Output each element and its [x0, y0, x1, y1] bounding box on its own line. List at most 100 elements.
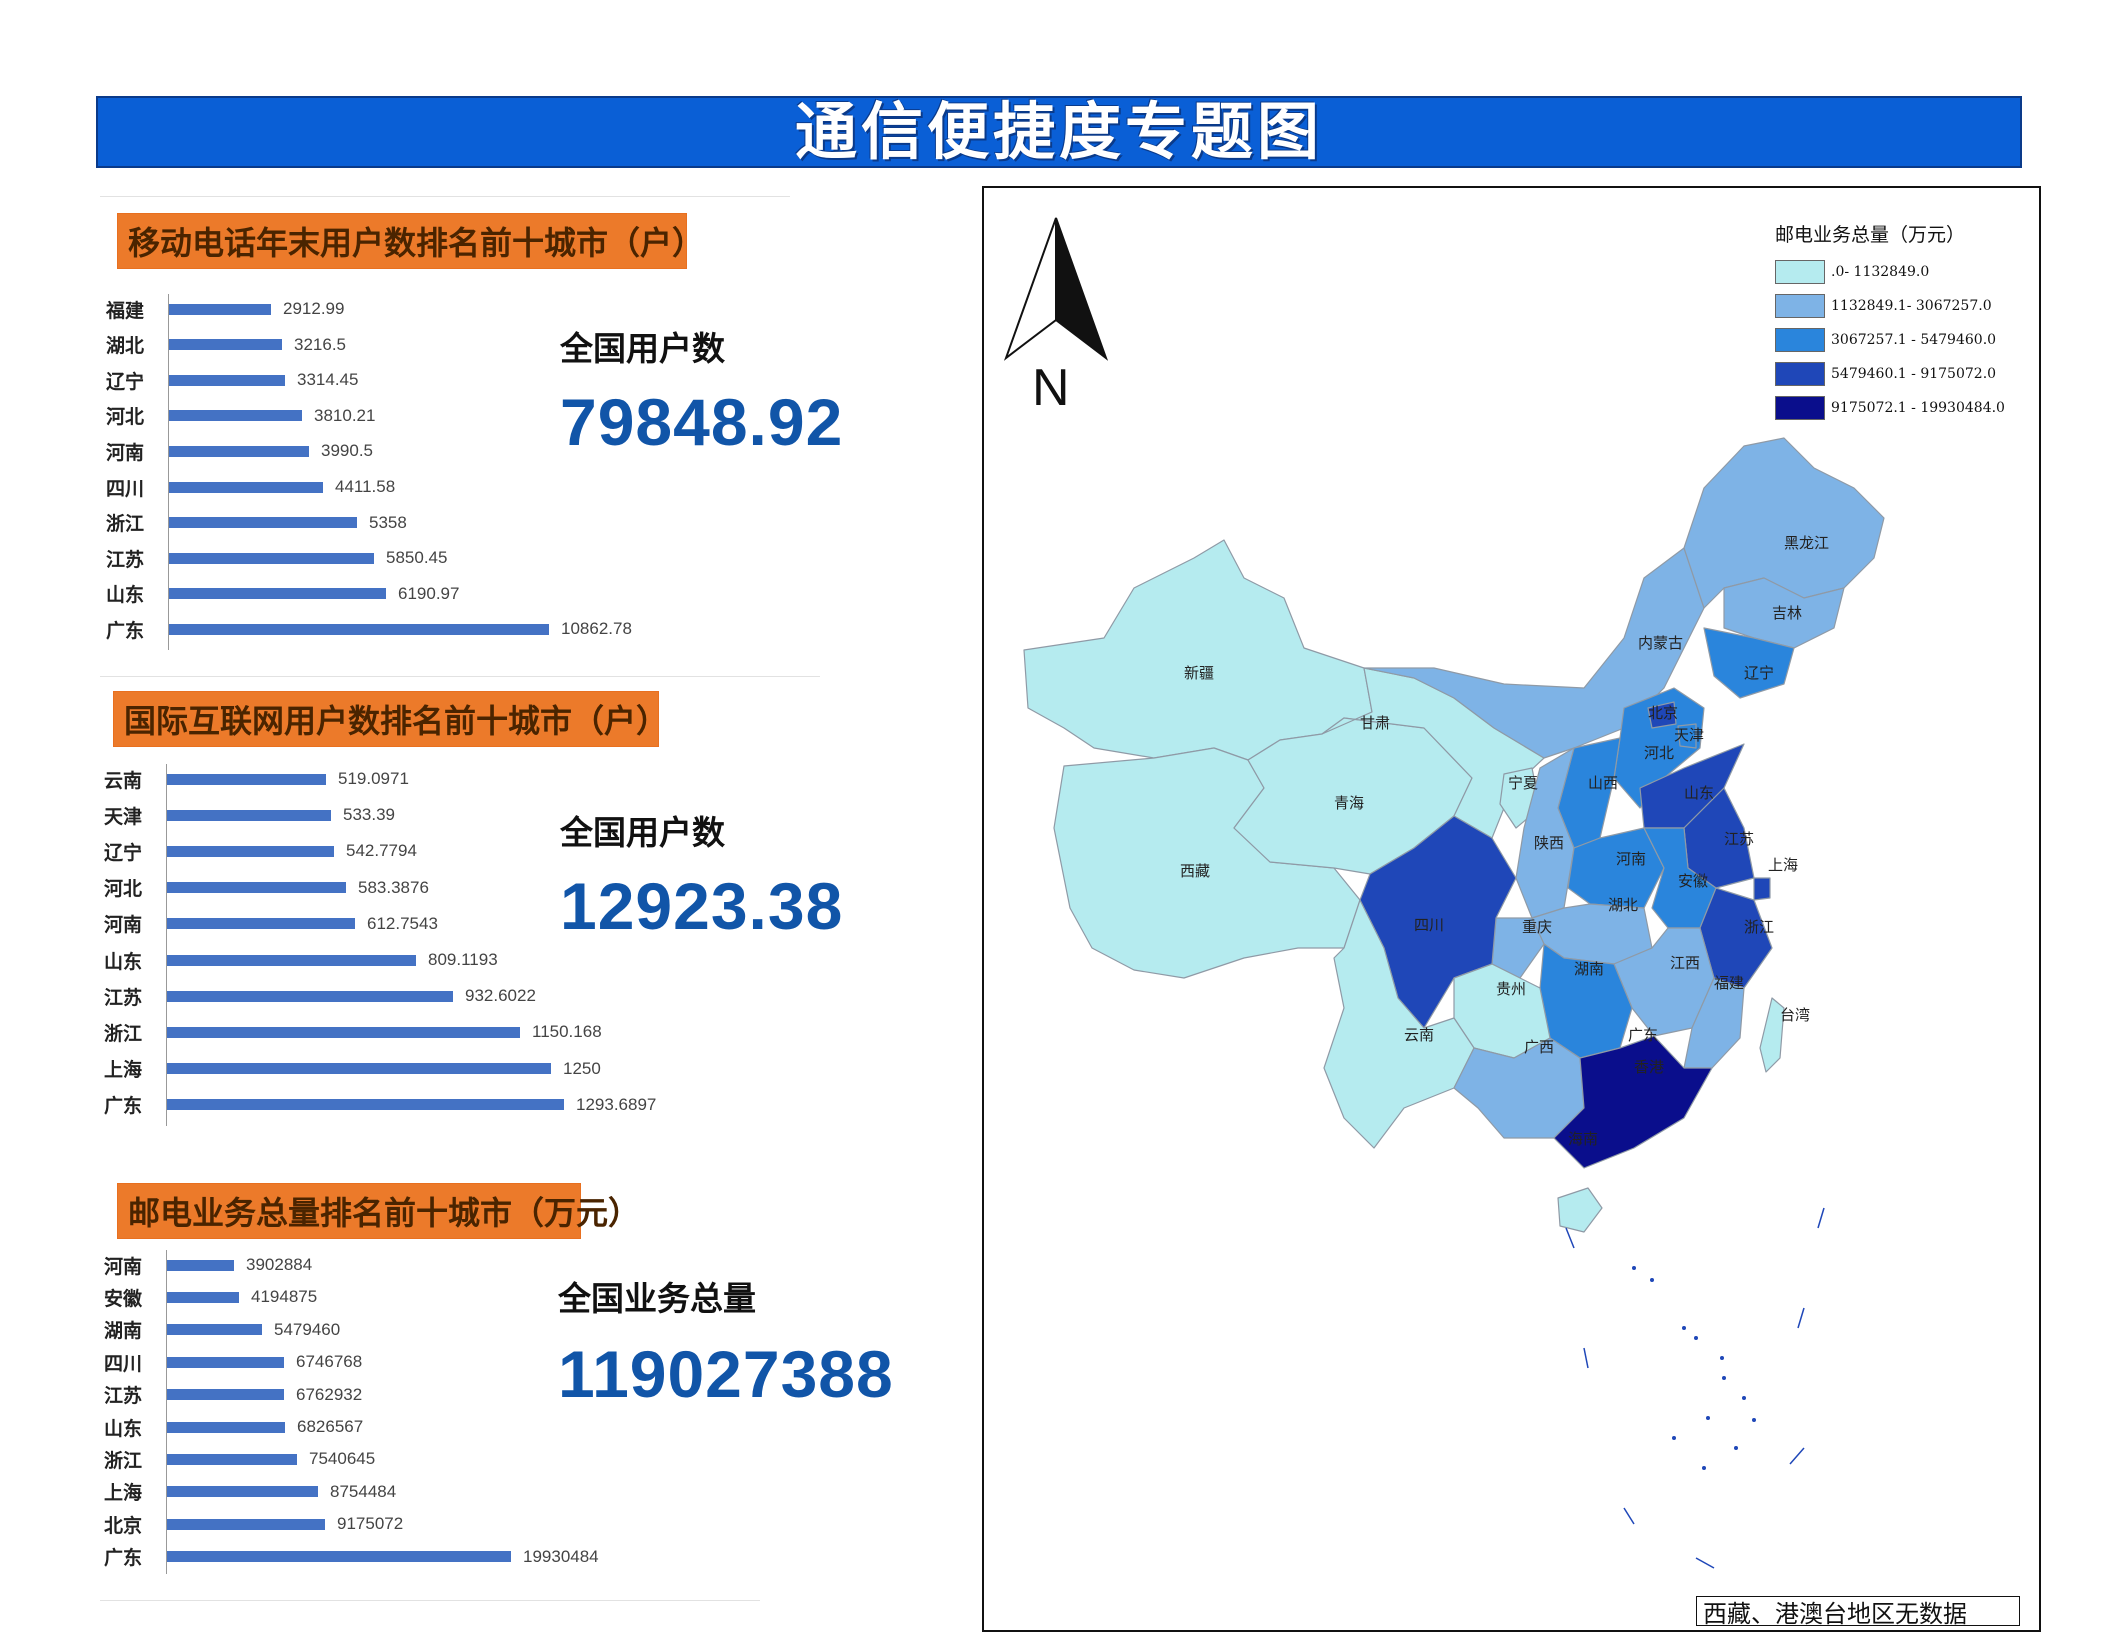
- bar-value-label: 10862.78: [561, 619, 632, 639]
- bar-category-label: 浙江: [104, 1449, 143, 1472]
- bar-row: 云南 519.0971: [104, 764, 784, 794]
- legend-item: 3067257.1 - 5479460.0: [1775, 323, 2035, 357]
- bar-value-label: 6746768: [296, 1352, 363, 1372]
- bar-row: 江苏 932.6022: [104, 981, 784, 1011]
- total-value: 12923.38: [560, 869, 844, 943]
- total-value: 119027388: [558, 1337, 894, 1411]
- panel-title: 邮电业务总量排名前十城市（万元）: [118, 1184, 640, 1238]
- bar-value-label: 2912.99: [283, 299, 345, 318]
- bar-category-label: 上海: [104, 1059, 143, 1082]
- bar-row: 山东 6826567: [104, 1412, 664, 1442]
- bar-value-label: 612.7543: [367, 913, 438, 933]
- panel-bottom-rule: [100, 1600, 760, 1601]
- province-label: 台湾: [1780, 1006, 1810, 1024]
- bar-row: 广东 19930484: [104, 1542, 664, 1572]
- bar: [167, 1453, 297, 1465]
- bar-value-label: 3314.45: [297, 370, 359, 390]
- bar-row: 上海 1250: [104, 1054, 784, 1084]
- bar-value-label: 3902884: [246, 1255, 313, 1274]
- bar-row: 浙江 5358: [106, 508, 746, 538]
- bar-value-label: 3990.5: [321, 441, 373, 461]
- bar-category-label: 广东: [106, 619, 145, 642]
- internet-users-panel: 国际互联网用户数排名前十城市（户） 云南 519.0971 天津 533.39 辽宁 54…: [100, 676, 842, 1166]
- bar-row: 北京 9175072: [104, 1509, 664, 1539]
- bar-row: 山东 809.1193: [104, 945, 784, 975]
- province-label: 山西: [1588, 774, 1618, 792]
- bar: [167, 954, 416, 966]
- legend-swatch: [1775, 396, 1825, 420]
- province-label: 河南: [1616, 850, 1646, 868]
- bar-value-label: 4194875: [251, 1287, 318, 1307]
- bar: [167, 1324, 262, 1336]
- bar-value-label: 7540645: [309, 1449, 376, 1469]
- bar-value-label: 3216.5: [294, 334, 346, 354]
- panel-top-rule: [100, 676, 820, 677]
- bar-value-label: 5358: [369, 512, 407, 532]
- bar-category-label: 河南: [104, 1255, 143, 1278]
- province-label: 浙江: [1744, 918, 1774, 936]
- bar: [169, 588, 386, 600]
- province-label: 北京: [1648, 704, 1678, 722]
- bar: [167, 1099, 564, 1111]
- bar-value-label: 542.7794: [346, 841, 417, 861]
- page-title: 通信便捷度专题图: [794, 96, 1323, 168]
- bar: [167, 1356, 284, 1368]
- legend-swatch: [1775, 362, 1825, 386]
- province-label: 黑龙江: [1784, 534, 1829, 552]
- bar: [169, 517, 357, 529]
- legend-swatch: [1775, 328, 1825, 352]
- bar: [169, 623, 549, 635]
- bar: [169, 339, 282, 351]
- map-frame: 黑龙江 吉林 辽宁 内蒙古 北京 天津 河北 山西 山东 新疆 甘肃 宁夏 青海 陕西 河南 江苏 上海 安徽 西藏…: [982, 186, 2041, 1632]
- province-label: 广西: [1524, 1038, 1554, 1056]
- bar-category-label: 上海: [104, 1482, 143, 1505]
- bar: [169, 374, 285, 386]
- bar-category-label: 河北: [104, 878, 143, 901]
- bar-row: 四川 4411.58: [106, 472, 746, 502]
- legend-item: 1132849.1- 3067257.0: [1775, 289, 2035, 323]
- bar-category-label: 福建: [106, 299, 145, 322]
- bar-category-label: 江苏: [104, 1385, 143, 1408]
- province-label: 天津: [1674, 726, 1704, 744]
- region-shanghai: [1753, 877, 1771, 901]
- legend-item: .0- 1132849.0: [1775, 255, 2035, 289]
- bar-category-label: 四川: [106, 477, 145, 500]
- bar-row: 广东 1293.6897: [104, 1090, 784, 1120]
- total-label: 全国用户数: [560, 329, 725, 368]
- bar: [167, 1026, 520, 1038]
- province-label: 辽宁: [1744, 664, 1774, 682]
- bar-value-label: 519.0971: [338, 769, 409, 788]
- postal-volume-panel: 邮电业务总量排名前十城市（万元） 河南 3902884 安徽 4194875 湖南 547…: [100, 1170, 960, 1610]
- bar-row: 江苏 5850.45: [106, 543, 746, 573]
- province-label: 四川: [1414, 916, 1444, 934]
- province-label: 吉林: [1772, 604, 1802, 622]
- bar: [167, 1518, 325, 1530]
- province-label: 云南: [1404, 1026, 1434, 1044]
- province-label: 安徽: [1678, 872, 1708, 890]
- bar: [167, 1291, 239, 1303]
- province-label: 香港: [1634, 1058, 1664, 1076]
- province-label: 重庆: [1522, 918, 1552, 936]
- bar-category-label: 辽宁: [106, 370, 145, 393]
- bar-value-label: 9175072: [337, 1514, 404, 1534]
- province-label: 宁夏: [1508, 774, 1538, 792]
- province-label: 山东: [1684, 784, 1714, 802]
- north-label: N: [1032, 359, 1070, 417]
- bar: [167, 1389, 284, 1401]
- bar: [167, 990, 453, 1002]
- legend-label: 5479460.1 - 9175072.0: [1831, 366, 1997, 382]
- province-label: 内蒙古: [1638, 634, 1683, 652]
- map-note: 西藏、港澳台地区无数据: [1696, 1596, 2020, 1628]
- bar-value-label: 533.39: [343, 805, 395, 825]
- legend-title: 邮电业务总量（万元）: [1775, 224, 1966, 246]
- bar-value-label: 19930484: [523, 1546, 599, 1566]
- legend-swatch: [1775, 260, 1825, 284]
- bar-value-label: 4411.58: [335, 477, 396, 496]
- bar: [167, 809, 331, 821]
- province-label: 江苏: [1724, 830, 1754, 848]
- legend-items: .0- 1132849.0 1132849.1- 3067257.0 3067257…: [1775, 255, 2035, 425]
- bar-category-label: 山东: [104, 1417, 143, 1440]
- bar-value-label: 583.3876: [358, 877, 429, 897]
- mobile-users-panel: 移动电话年末用户数排名前十城市（户） 福建 2912.99 湖北 3216.5 辽宁 33…: [100, 196, 842, 676]
- map-legend: 邮电业务总量（万元） .0- 1132849.0 1132849.1- 30672…: [1775, 220, 2035, 425]
